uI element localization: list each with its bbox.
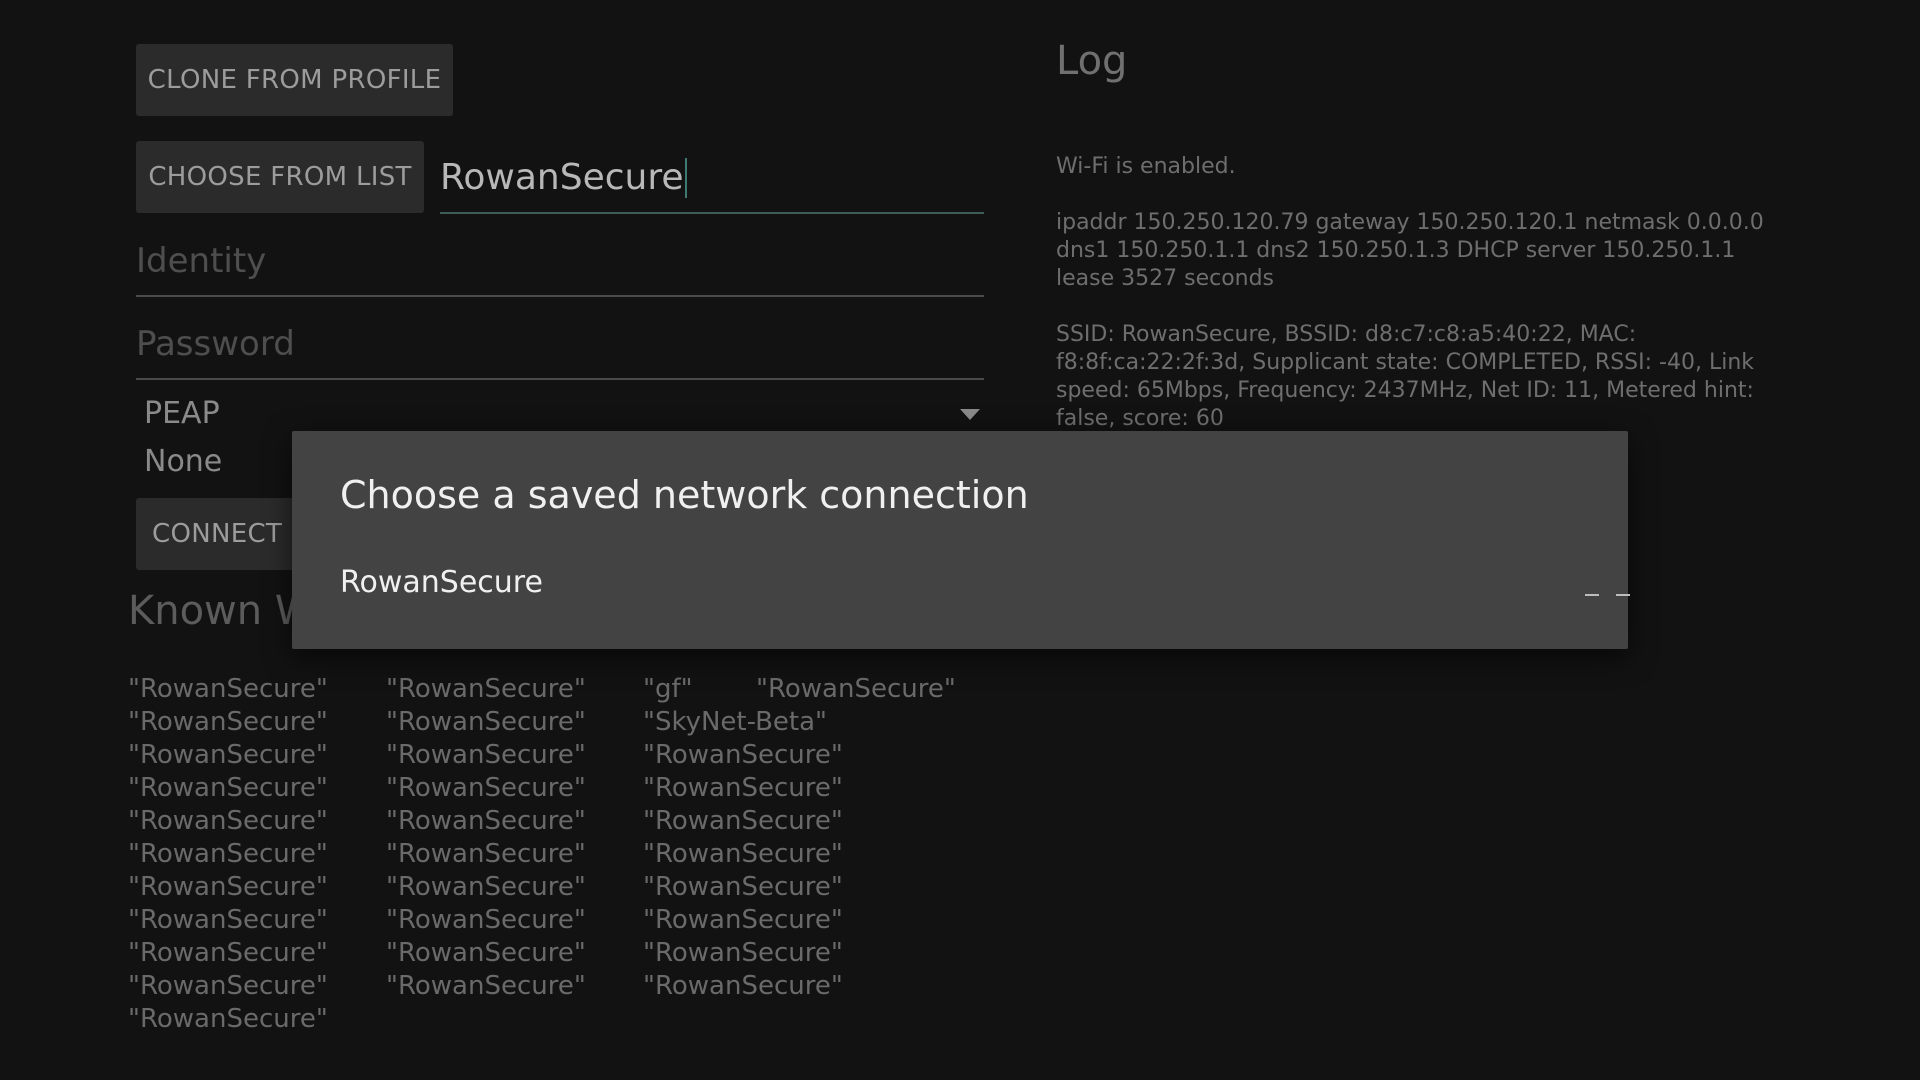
known-network-item: "RowanSecure" (128, 839, 328, 869)
known-network-item: "RowanSecure" (643, 806, 843, 836)
known-network-item: "RowanSecure" (386, 839, 586, 869)
text-caret (684, 158, 687, 198)
known-network-item: "RowanSecure" (643, 773, 843, 803)
known-network-item: "RowanSecure" (643, 872, 843, 902)
log-entry: SSID: RowanSecure, BSSID: d8:c7:c8:a5:40… (1056, 322, 1755, 431)
known-network-item: "RowanSecure" (756, 674, 956, 704)
known-network-item: "RowanSecure" (128, 773, 328, 803)
known-network-item: "RowanSecure" (386, 938, 586, 968)
eap-method-value: PEAP (144, 396, 220, 431)
known-network-item: "RowanSecure" (386, 872, 586, 902)
known-network-item: "SkyNet-Beta" (643, 707, 827, 737)
known-networks-column-1: "RowanSecure" "RowanSecure" "RowanSecure" "… (128, 673, 328, 1036)
known-network-item: "RowanSecure" (128, 707, 328, 737)
known-networks-column-2: "RowanSecure" "RowanSecure" "RowanSecure" "… (386, 673, 586, 1003)
identity-placeholder: Identity (136, 241, 267, 281)
scroll-indicator-icon (1616, 594, 1630, 596)
known-network-item: "RowanSecure" (643, 971, 843, 1001)
ssid-input[interactable]: RowanSecure (440, 140, 984, 214)
known-network-item: "RowanSecure" (643, 938, 843, 968)
dialog-list-item[interactable]: RowanSecure (340, 565, 543, 600)
log-heading: Log (1056, 38, 1128, 84)
saved-network-dialog: Choose a saved network connection RowanS… (292, 431, 1630, 649)
known-networks-heading: Known W (128, 588, 315, 634)
dialog-title: Choose a saved network connection (340, 473, 1029, 517)
known-network-item: "RowanSecure" (386, 674, 586, 704)
known-network-item: "RowanSecure" (386, 971, 586, 1001)
known-network-item: "RowanSecure" (128, 905, 328, 935)
known-network-item: "RowanSecure" (128, 806, 328, 836)
password-input[interactable]: Password (136, 310, 984, 380)
known-network-item: "RowanSecure" (128, 1004, 328, 1034)
known-network-item: "RowanSecure" (643, 905, 843, 935)
known-network-item: "RowanSecure" (386, 905, 586, 935)
known-network-item: "RowanSecure" (643, 839, 843, 869)
password-placeholder: Password (136, 324, 295, 364)
known-network-item: "RowanSecure" (128, 938, 328, 968)
phase2-spinner[interactable]: None (136, 440, 296, 485)
phase2-value: None (144, 444, 223, 479)
known-network-item: "RowanSecure" (128, 971, 328, 1001)
ssid-input-value: RowanSecure (440, 157, 684, 198)
choose-from-list-button[interactable]: CHOOSE FROM LIST (136, 141, 424, 213)
identity-input[interactable]: Identity (136, 228, 984, 297)
log-entry: ipaddr 150.250.120.79 gateway 150.250.12… (1056, 210, 1764, 291)
dropdown-arrow-icon (960, 409, 980, 420)
known-network-item: "RowanSecure" (128, 740, 328, 770)
known-network-item: "RowanSecure" (386, 773, 586, 803)
known-network-item: "RowanSecure" (386, 707, 586, 737)
known-networks-column-4: "RowanSecure" (756, 673, 956, 706)
known-networks-column-3: "gf" "SkyNet-Beta" "RowanSecure" "RowanSecu… (643, 673, 843, 1003)
known-network-item: "RowanSecure" (128, 872, 328, 902)
wifi-settings-screen: CLONE FROM PROFILE CHOOSE FROM LIST Rowa… (0, 0, 1920, 1080)
known-network-item: "RowanSecure" (643, 740, 843, 770)
scroll-indicator-icon (1585, 594, 1599, 596)
known-network-item: "RowanSecure" (386, 806, 586, 836)
known-network-item: "RowanSecure" (386, 740, 586, 770)
connect-button[interactable]: CONNECT (136, 498, 296, 570)
clone-from-profile-button[interactable]: CLONE FROM PROFILE (136, 44, 453, 116)
known-network-item: "RowanSecure" (128, 674, 328, 704)
log-entry: Wi-Fi is enabled. (1056, 154, 1236, 179)
